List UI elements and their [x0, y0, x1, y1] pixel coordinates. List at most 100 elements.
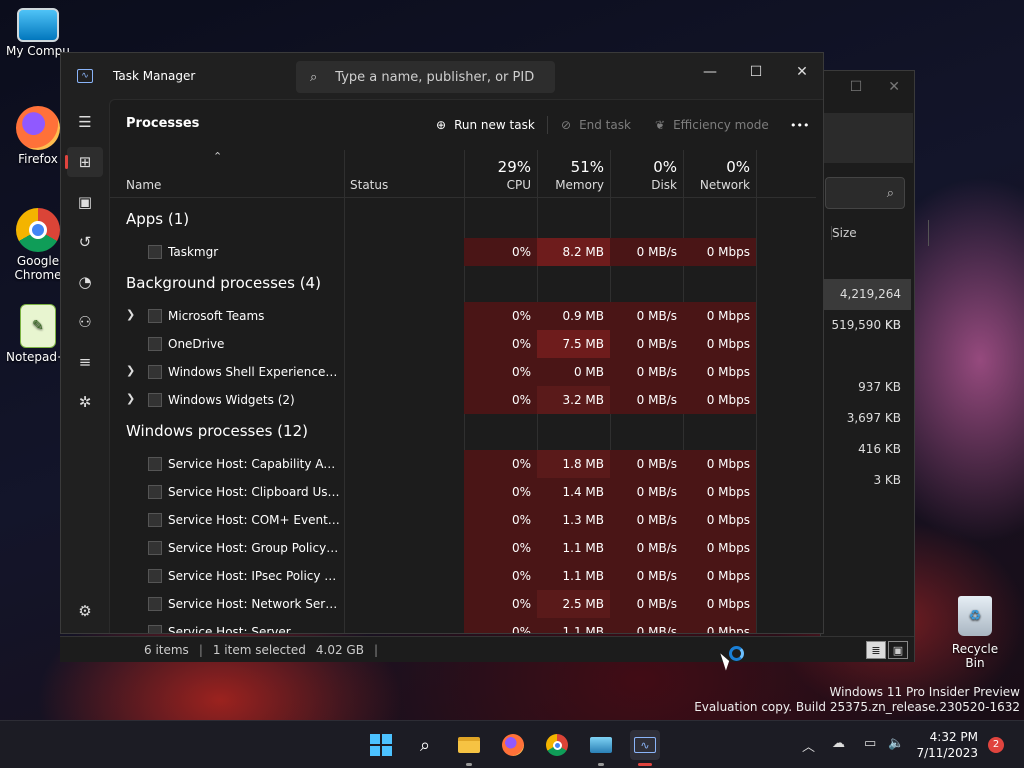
large-icons-view-icon[interactable]: ▣ — [888, 641, 908, 659]
memory-cell: 1.1 MB — [537, 618, 610, 633]
process-name: Service Host: IPsec Policy Agent — [168, 569, 340, 583]
nav-details[interactable]: ≡ — [67, 347, 103, 377]
nav-startup-apps[interactable]: ◔ — [67, 267, 103, 297]
network-button[interactable]: ▭ — [864, 736, 876, 751]
process-icon — [148, 365, 162, 379]
status-separator: | — [373, 642, 379, 657]
column-header-memory[interactable]: 51% Memory — [537, 150, 610, 198]
taskbar-remote-desktop[interactable] — [586, 730, 616, 766]
cpu-cell: 0% — [464, 478, 537, 506]
nav-users[interactable]: ⚇ — [67, 307, 103, 337]
file-size-cell[interactable]: 3 KB — [821, 465, 911, 496]
taskbar-chrome[interactable] — [542, 730, 572, 760]
run-new-task-button[interactable]: ⊕ Run new task — [436, 114, 535, 136]
process-group-header[interactable]: Background processes (4) — [110, 266, 816, 302]
column-header-status[interactable]: Status — [344, 150, 464, 198]
column-header-network[interactable]: 0% Network — [683, 150, 756, 198]
taskbar-search-button[interactable]: ⌕ — [410, 730, 440, 760]
column-header-name[interactable]: ⌃ Name — [110, 150, 344, 198]
windows-start-icon — [370, 734, 392, 756]
chevron-right-icon[interactable]: ❯ — [126, 392, 135, 405]
process-row[interactable]: Service Host: Network Service 0% 2.5 MB 0 M… — [110, 590, 816, 618]
show-hidden-icons-button[interactable]: ︿ — [802, 736, 815, 755]
maximize-icon[interactable]: ☐ — [850, 79, 863, 95]
volume-button[interactable]: 🔈 — [888, 736, 904, 751]
process-row[interactable]: Service Host: Clipboard User S... 0%1.4 M… — [110, 478, 816, 506]
nav-processes[interactable]: ⊞ — [65, 147, 103, 177]
process-row[interactable]: Taskmgr 0% 8.2 MB 0 MB/s 0 Mbps — [110, 238, 816, 266]
taskbar-firefox[interactable] — [498, 730, 528, 760]
process-group-header[interactable]: Windows processes (12) — [110, 414, 816, 450]
desktop-icon-recycle-bin[interactable]: ♻ Recycle Bin — [942, 596, 1008, 670]
process-row[interactable]: Service Host: IPsec Policy Agent 0%1.1 MB… — [110, 562, 816, 590]
process-name: Service Host: COM+ Event Sys... — [168, 513, 340, 527]
chevron-right-icon[interactable]: ❯ — [126, 308, 135, 321]
process-row[interactable]: ❯ Windows Shell Experience Host 0% 0 MB 0 MB… — [110, 358, 816, 386]
firefox-icon — [502, 734, 524, 756]
file-explorer-window[interactable]: ☐ ✕ ⌕ Size 4,219,264 KB 519,590 KB 937 K… — [820, 70, 928, 662]
column-header-cpu[interactable]: 29% CPU — [464, 150, 537, 198]
task-manager-window[interactable]: ∿ Task Manager ⌕ — ☐ ✕ ☰ ⊞ ▣ ↺ ◔ ⚇ ≡ ✲ ⚙… — [60, 52, 824, 634]
file-size-cell[interactable]: 4,219,264 KB — [821, 279, 911, 332]
cpu-cell: 0% — [464, 358, 537, 386]
process-row[interactable]: OneDrive 0% 7.5 MB 0 MB/s 0 Mbps — [110, 330, 816, 358]
hamburger-menu-button[interactable]: ☰ — [67, 107, 103, 137]
disk-cell: 0 MB/s — [610, 478, 683, 506]
nav-services[interactable]: ✲ — [67, 387, 103, 417]
cpu-cell: 0% — [464, 302, 537, 330]
minimize-button[interactable]: — — [687, 57, 733, 87]
size-column-header[interactable]: Size — [831, 220, 928, 246]
chevron-right-icon[interactable]: ❯ — [126, 364, 135, 377]
file-size-cell[interactable]: 3,697 KB — [821, 403, 911, 434]
window-title: Task Manager — [113, 69, 196, 83]
process-group-header[interactable]: Apps (1) — [110, 202, 816, 238]
history-icon: ↺ — [78, 233, 92, 251]
network-status[interactable]: ☁ — [832, 736, 845, 751]
notification-badge[interactable]: 2 — [988, 737, 1004, 753]
taskbar-file-explorer[interactable] — [454, 730, 484, 766]
nav-settings[interactable]: ⚙ — [67, 596, 103, 626]
process-name: Service Host: Group Policy Cli... — [168, 541, 340, 555]
desktop-icon-my-computer[interactable]: My Computer — [6, 8, 70, 58]
process-name: Microsoft Teams — [168, 309, 265, 323]
taskbar-task-manager[interactable]: ∿ — [630, 730, 660, 766]
run-new-task-label: Run new task — [454, 118, 535, 132]
close-button[interactable]: ✕ — [779, 57, 823, 87]
remote-desktop-icon — [590, 737, 612, 753]
clock[interactable]: 4:32 PM 7/11/2023 — [916, 729, 978, 761]
details-list-icon: ≡ — [78, 353, 92, 371]
disk-cell: 0 MB/s — [610, 450, 683, 478]
startup-icon: ◔ — [78, 273, 92, 291]
network-cell: 0 Mbps — [683, 450, 756, 478]
nav-app-history[interactable]: ↺ — [67, 227, 103, 257]
process-row[interactable]: Service Host: Server 0% 1.1 MB 0 MB/s 0 Mbps — [110, 618, 816, 633]
memory-cell: 1.8 MB — [537, 450, 610, 478]
search-input[interactable] — [335, 69, 536, 85]
maximize-button[interactable]: ☐ — [733, 57, 779, 87]
disk-cell: 0 MB/s — [610, 330, 683, 358]
end-task-icon: ⊘ — [561, 118, 572, 132]
process-row[interactable]: ❯ Windows Widgets (2) 0% 3.2 MB 0 MB/s 0 Mbps — [110, 386, 816, 414]
file-size-cell[interactable]: 937 KB — [821, 372, 911, 403]
cpu-cell: 0% — [464, 330, 537, 358]
efficiency-mode-button[interactable]: ❦ Efficiency mode — [655, 114, 769, 136]
file-size-cell[interactable]: 416 KB — [821, 434, 911, 465]
details-view-icon[interactable]: ≣ — [866, 641, 886, 659]
column-header-disk[interactable]: 0% Disk — [610, 150, 683, 198]
disk-cell: 0 MB/s — [610, 590, 683, 618]
process-row[interactable]: Service Host: Group Policy Cli... 0% 1.1 M… — [110, 534, 816, 562]
process-icon — [148, 513, 162, 527]
file-size-cell[interactable]: 519,590 KB — [821, 310, 911, 341]
end-task-button[interactable]: ⊘ End task — [561, 114, 631, 136]
process-row[interactable]: Service Host: Capability Acces... 0%1.8 M… — [110, 450, 816, 478]
nav-performance[interactable]: ▣ — [67, 187, 103, 217]
cpu-cell: 0% — [464, 534, 537, 562]
process-row[interactable]: Service Host: COM+ Event Sys...0%1.3 MB0… — [110, 506, 816, 534]
process-search-box[interactable]: ⌕ — [296, 61, 555, 93]
more-options-button[interactable]: ••• — [790, 114, 809, 136]
close-icon[interactable]: ✕ — [888, 79, 900, 95]
explorer-search-box[interactable]: ⌕ — [825, 177, 905, 209]
process-row[interactable]: ❯ Microsoft Teams 0% 0.9 MB 0 MB/s 0 Mbps — [110, 302, 816, 330]
explorer-toolbar — [821, 113, 913, 163]
start-button[interactable] — [366, 730, 396, 760]
